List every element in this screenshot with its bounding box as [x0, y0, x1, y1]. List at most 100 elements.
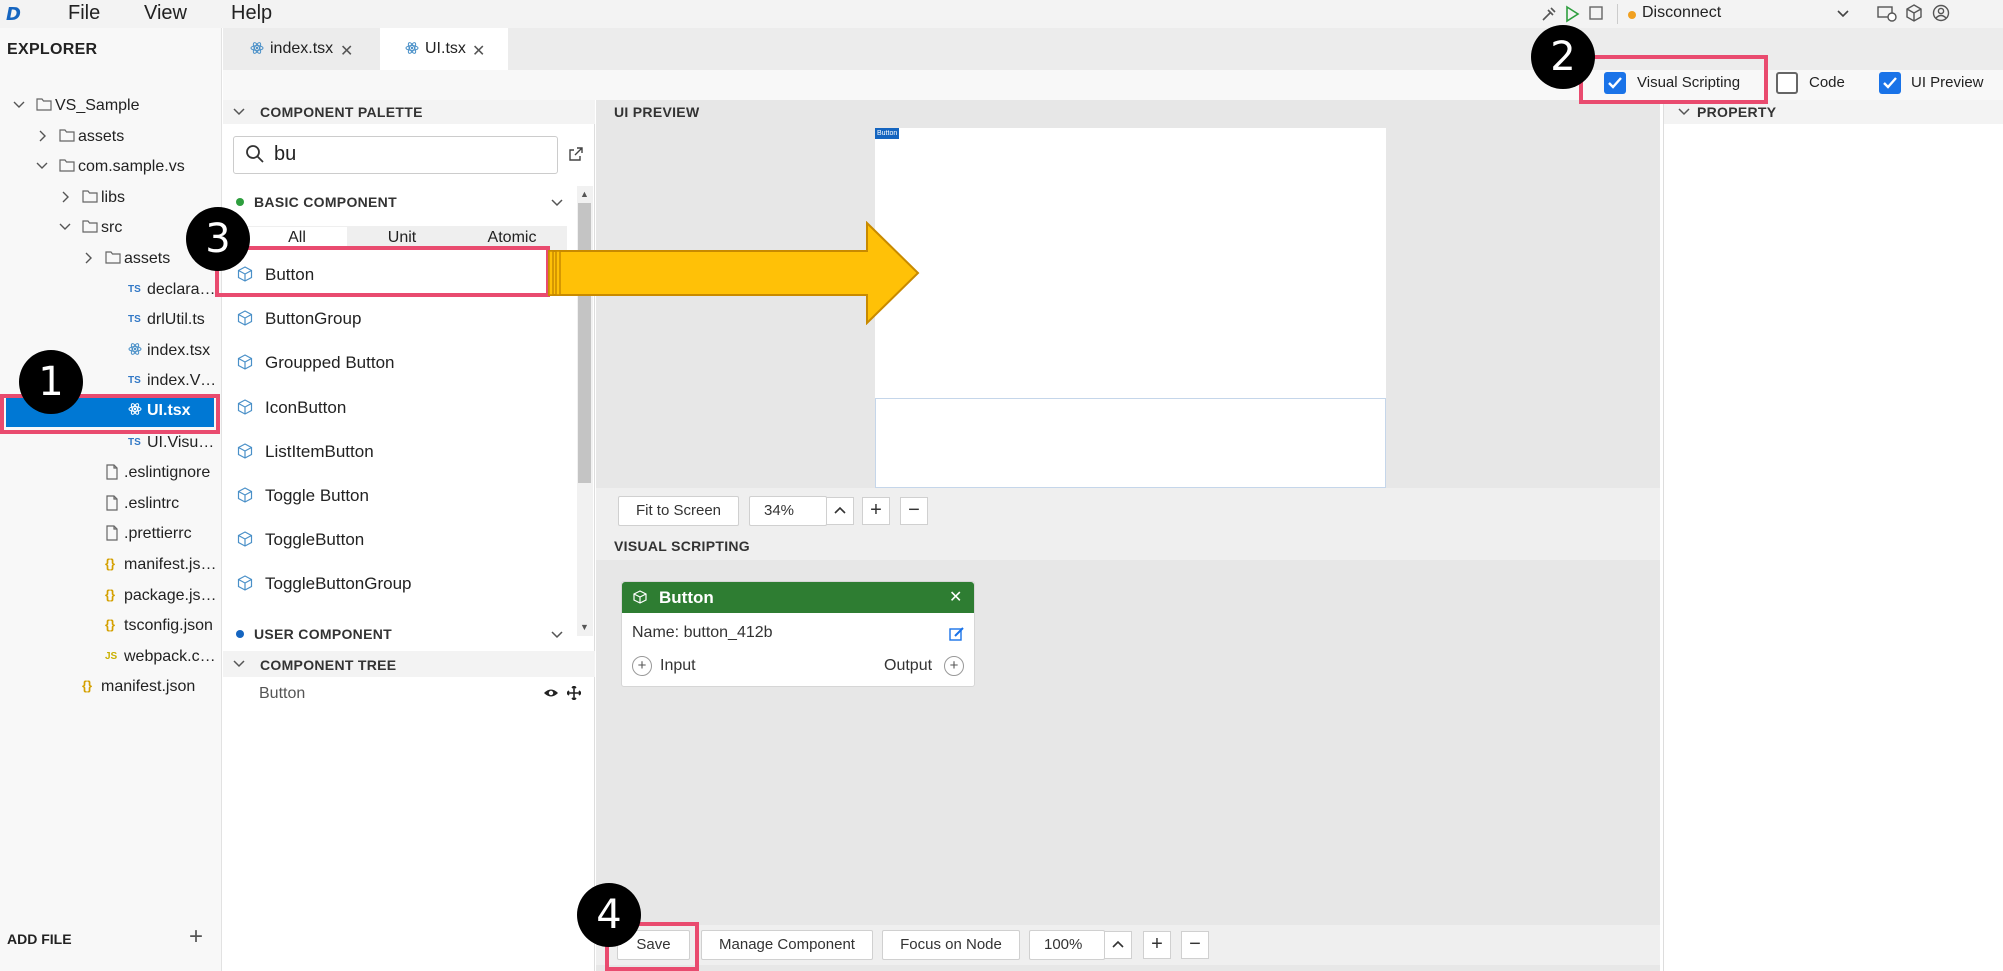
json-file-icon: {}: [105, 617, 116, 633]
account-icon[interactable]: [1932, 4, 1950, 22]
tree-item[interactable]: {} manifest.json: [0, 551, 220, 579]
palette-item-label: Toggle Button: [265, 486, 369, 505]
tree-item[interactable]: JS webpack.confi...: [0, 643, 220, 671]
fit-to-screen-button[interactable]: Fit to Screen: [618, 496, 739, 526]
tree-item[interactable]: VS_Sample: [0, 92, 220, 120]
palette-item-label: Groupped Button: [265, 353, 395, 373]
tab-index-tsx[interactable]: index.tsx ✕: [223, 28, 380, 70]
script-zoom-input[interactable]: 100%: [1029, 930, 1105, 960]
tree-item-label: package.json: [124, 586, 218, 604]
tree-item-label: assets: [124, 250, 171, 267]
focus-on-node-button[interactable]: Focus on Node: [882, 930, 1020, 960]
script-node-input: Input: [660, 657, 696, 674]
play-icon[interactable]: [1564, 5, 1580, 23]
preview-canvas-lower[interactable]: [875, 398, 1386, 488]
external-link-icon[interactable]: [568, 146, 584, 162]
chevron-down-icon[interactable]: [232, 657, 246, 671]
stop-icon[interactable]: [1589, 6, 1603, 20]
palette-item[interactable]: ButtonGroup: [223, 298, 563, 342]
script-node-title: Button: [659, 588, 714, 607]
tree-item[interactable]: .prettierrc: [0, 520, 220, 548]
tree-item[interactable]: .eslintignore: [0, 459, 220, 487]
scroll-up-icon[interactable]: ▲: [580, 189, 589, 199]
output-port-icon[interactable]: +: [944, 656, 964, 676]
palette-item[interactable]: IconButton: [223, 387, 563, 431]
script-node[interactable]: Button ✕ Name: button_412b + Input Outpu…: [621, 581, 975, 687]
zoom-stepper-up-icon[interactable]: [826, 497, 854, 525]
scroll-down-icon[interactable]: ▼: [580, 622, 589, 632]
chevron-down-icon[interactable]: [12, 98, 26, 112]
close-icon[interactable]: ✕: [340, 41, 353, 61]
chevron-down-icon[interactable]: [1836, 6, 1850, 20]
chevron-down-icon[interactable]: [35, 159, 49, 173]
tree-item-label: VS_Sample: [55, 97, 140, 114]
eye-icon[interactable]: [543, 686, 559, 700]
tree-item-label: declaration...: [147, 280, 218, 298]
tree-item[interactable]: {} package.json: [0, 582, 220, 610]
tree-item[interactable]: TS drlUtil.ts: [0, 306, 220, 334]
tree-item[interactable]: TS declaration...: [0, 276, 220, 304]
close-icon[interactable]: ✕: [472, 41, 485, 61]
zoom-in-icon[interactable]: +: [862, 497, 890, 525]
code-checkbox[interactable]: [1776, 72, 1798, 94]
device-icon[interactable]: [1877, 5, 1897, 23]
edit-icon[interactable]: [949, 626, 965, 642]
tree-item[interactable]: libs: [0, 184, 220, 212]
cube-icon: [237, 398, 253, 415]
json-file-icon: {}: [82, 678, 93, 694]
palette-item[interactable]: ToggleButtonGroup: [223, 563, 563, 607]
tree-item[interactable]: {} manifest.json: [0, 673, 220, 701]
react-icon: [250, 41, 264, 55]
tree-item-label: index.Visua...: [147, 372, 218, 390]
ts-file-icon: TS: [128, 283, 141, 295]
visual-scripting-header: [596, 530, 1660, 560]
input-port-icon[interactable]: +: [632, 656, 652, 676]
tree-item-label: com.sample.vs: [78, 158, 185, 176]
palette-item[interactable]: Groupped Button: [223, 342, 563, 386]
tree-item[interactable]: assets: [0, 123, 220, 151]
tree-item-label: tsconfig.json: [124, 617, 213, 635]
preview-zoom-input[interactable]: 34%: [749, 496, 827, 526]
component-palette: COMPONENT PALETTE bu BASIC COMPONENT All…: [223, 100, 595, 651]
tree-item-label: assets: [78, 127, 125, 145]
palette-list: Button ButtonGroup Groupped Button IconButt…: [223, 254, 563, 593]
chevron-down-icon[interactable]: [550, 196, 564, 210]
tree-item[interactable]: {} tsconfig.json: [0, 612, 220, 640]
user-component-title: USER COMPONENT: [254, 626, 392, 642]
highlight-visual-scripting: [1579, 55, 1768, 104]
tree-item[interactable]: com.sample.vs: [0, 153, 220, 181]
package-icon[interactable]: [1905, 4, 1923, 22]
zoom-out-icon[interactable]: −: [900, 497, 928, 525]
manage-component-button[interactable]: Manage Component: [701, 930, 873, 960]
chevron-down-icon[interactable]: [1677, 105, 1691, 119]
palette-item[interactable]: ListItemButton: [223, 431, 563, 475]
chevron-right-icon[interactable]: [58, 190, 72, 204]
tools-icon[interactable]: [1541, 6, 1557, 22]
tree-item-button[interactable]: Button: [259, 685, 305, 703]
zoom-in-icon[interactable]: +: [1143, 931, 1171, 959]
move-icon[interactable]: [567, 686, 581, 700]
tab-label: UI.tsx: [425, 40, 466, 57]
basic-component-title: BASIC COMPONENT: [254, 194, 397, 210]
tree-item[interactable]: .eslintrc: [0, 490, 220, 518]
palette-item-label: ButtonGroup: [265, 309, 362, 329]
zoom-stepper-up-icon[interactable]: [1104, 931, 1132, 959]
tab-label: index.tsx: [270, 40, 334, 57]
ui-preview-checkbox[interactable]: [1879, 72, 1901, 94]
zoom-out-icon[interactable]: −: [1181, 931, 1209, 959]
close-icon[interactable]: ✕: [949, 587, 962, 607]
preview-button-tag[interactable]: Button: [875, 128, 900, 139]
tab-ui-tsx[interactable]: UI.tsx ✕: [380, 28, 508, 70]
chevron-right-icon[interactable]: [81, 251, 95, 265]
preview-canvas[interactable]: [875, 128, 1386, 398]
add-file-plus-icon[interactable]: +: [189, 925, 203, 949]
menu-help[interactable]: Help: [231, 2, 272, 25]
chevron-down-icon[interactable]: [550, 628, 564, 642]
chevron-down-icon[interactable]: [58, 220, 72, 234]
menu-view[interactable]: View: [144, 2, 187, 25]
palette-item[interactable]: Toggle Button: [223, 475, 563, 519]
chevron-right-icon[interactable]: [35, 129, 49, 143]
palette-item[interactable]: ToggleButton: [223, 519, 563, 563]
chevron-down-icon[interactable]: [232, 105, 246, 119]
menu-file[interactable]: File: [68, 2, 100, 25]
